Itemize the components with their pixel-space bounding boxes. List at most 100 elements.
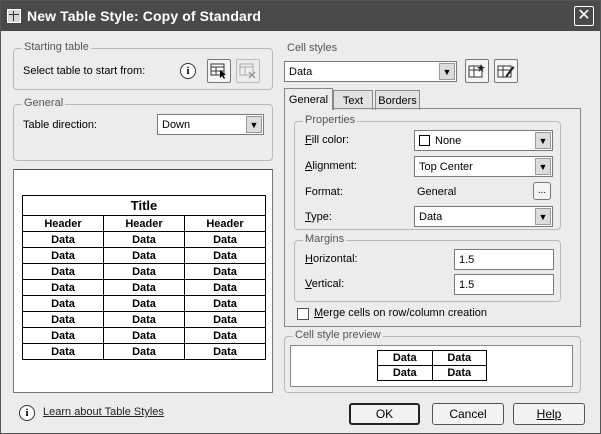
vertical-margin-input[interactable]: 1.5 xyxy=(454,274,554,295)
preview-data-cell: Data xyxy=(103,311,185,328)
tab-general[interactable]: General xyxy=(284,88,333,110)
merge-cells-checkbox[interactable] xyxy=(297,308,309,320)
preview-data-cell: Data xyxy=(184,343,266,360)
cancel-label: Cancel xyxy=(449,407,487,421)
cancel-button[interactable]: Cancel xyxy=(432,403,504,425)
properties-group: Properties Fill color: None ▼ Alignment:… xyxy=(294,114,561,230)
format-value: General xyxy=(417,186,457,198)
cell-preview-cell: Data xyxy=(377,350,433,366)
preview-header-cell: Header xyxy=(184,215,266,232)
table-style-preview: Title Header Header Header Data Data Data Data D… xyxy=(13,169,273,393)
preview-data-row: Data Data Data xyxy=(22,327,266,344)
alignment-select[interactable]: Top Center ▼ xyxy=(414,156,553,177)
horizontal-margin-value: 1.5 xyxy=(459,253,475,266)
select-table-label: Select table to start from: xyxy=(23,65,146,77)
table-direction-label: Table direction: xyxy=(23,119,97,131)
preview-data-cell: Data xyxy=(22,343,104,360)
preview-data-cell: Data xyxy=(184,263,266,280)
cell-style-value: Data xyxy=(289,65,313,78)
cell-preview-cell: Data xyxy=(377,365,433,381)
vertical-margin-text: ertical: xyxy=(311,278,345,290)
vertical-margin-label: Vertical: xyxy=(305,278,344,290)
preview-data-row: Data Data Data xyxy=(22,279,266,296)
help-button[interactable]: Help xyxy=(513,403,585,425)
type-label: Type: xyxy=(305,211,332,223)
fill-color-swatch xyxy=(419,135,430,146)
preview-data-cell: Data xyxy=(103,343,185,360)
fill-color-text: ill color: xyxy=(311,134,350,146)
table-style-dialog: New Table Style: Copy of Standard ✕ Star… xyxy=(0,0,601,434)
merge-cells-text: erge cells on row/column creation xyxy=(323,307,488,319)
preview-data-row: Data Data Data xyxy=(22,231,266,248)
preview-data-cell: Data xyxy=(103,247,185,264)
margins-label: Margins xyxy=(303,233,347,245)
preview-data-row: Data Data Data xyxy=(22,295,266,312)
horizontal-margin-accesskey: H xyxy=(305,253,313,265)
select-table-button[interactable] xyxy=(207,59,231,83)
preview-header-cell: Header xyxy=(22,215,104,232)
merge-cells-label[interactable]: Merge cells on row/column creation xyxy=(314,307,487,319)
new-cell-style-button[interactable] xyxy=(465,59,489,83)
preview-table: Title Header Header Header Data Data Data Data D… xyxy=(22,195,266,360)
close-icon: ✕ xyxy=(577,7,591,24)
chevron-down-icon[interactable]: ▼ xyxy=(246,116,262,133)
close-button[interactable]: ✕ xyxy=(574,6,594,26)
general-group: General Table direction: Down ▼ xyxy=(13,97,273,161)
info-icon[interactable]: i xyxy=(180,63,196,79)
cell-preview-cell: Data xyxy=(431,350,487,366)
vertical-margin-accesskey: V xyxy=(305,278,312,290)
preview-data-row: Data Data Data xyxy=(22,343,266,360)
preview-header-cell: Header xyxy=(103,215,185,232)
chevron-down-icon[interactable]: ▼ xyxy=(535,208,551,225)
alignment-value: Top Center xyxy=(419,160,473,173)
starting-table-label: Starting table xyxy=(22,41,91,53)
preview-data-cell: Data xyxy=(184,327,266,344)
preview-data-cell: Data xyxy=(184,311,266,328)
tab-text[interactable]: Text xyxy=(333,90,373,110)
table-direction-select[interactable]: Down ▼ xyxy=(157,114,264,135)
remove-table-button[interactable] xyxy=(236,59,260,83)
title-bar[interactable]: New Table Style: Copy of Standard ✕ xyxy=(1,1,600,31)
horizontal-margin-input[interactable]: 1.5 xyxy=(454,249,554,270)
alignment-text: lignment: xyxy=(312,160,357,172)
preview-data-cell: Data xyxy=(103,279,185,296)
learn-table-styles-link[interactable]: Learn about Table Styles xyxy=(43,406,164,418)
tab-borders[interactable]: Borders xyxy=(375,90,420,110)
ok-label: OK xyxy=(375,407,394,421)
properties-label: Properties xyxy=(303,114,358,126)
fill-color-select[interactable]: None ▼ xyxy=(414,130,553,151)
manage-cell-styles-button[interactable] xyxy=(494,59,518,83)
chevron-down-icon[interactable]: ▼ xyxy=(535,158,551,175)
cell-preview-row: Data Data xyxy=(377,350,487,366)
remove-table-icon xyxy=(239,63,256,79)
window-title: New Table Style: Copy of Standard xyxy=(27,8,262,24)
chevron-down-icon[interactable]: ▼ xyxy=(439,63,455,80)
learn-info-icon: i xyxy=(19,405,35,421)
vertical-margin-value: 1.5 xyxy=(459,278,475,291)
preview-data-cell: Data xyxy=(103,231,185,248)
manage-cell-styles-icon xyxy=(497,65,515,78)
cell-style-select[interactable]: Data ▼ xyxy=(284,61,457,82)
cell-preview-cell: Data xyxy=(431,365,487,381)
preview-data-cell: Data xyxy=(184,247,266,264)
format-browse-button[interactable]: ... xyxy=(533,182,551,200)
margins-group: Margins Horizontal: 1.5 Vertical: 1.5 xyxy=(294,233,561,302)
chevron-down-icon[interactable]: ▼ xyxy=(535,132,551,149)
cell-preview-row: Data Data xyxy=(377,365,487,381)
cell-style-preview-label: Cell style preview xyxy=(293,329,383,341)
table-app-icon xyxy=(7,9,21,23)
help-label: Help xyxy=(536,407,562,421)
type-text: ype: xyxy=(311,211,332,223)
fill-color-label: Fill color: xyxy=(305,134,349,146)
preview-data-row: Data Data Data xyxy=(22,311,266,328)
preview-data-cell: Data xyxy=(184,231,266,248)
ok-button[interactable]: OK xyxy=(349,403,420,425)
preview-data-cell: Data xyxy=(22,247,104,264)
cell-preview-table: Data Data Data Data xyxy=(377,350,487,381)
horizontal-margin-text: orizontal: xyxy=(312,253,358,265)
preview-data-cell: Data xyxy=(184,295,266,312)
type-select[interactable]: Data ▼ xyxy=(414,206,553,227)
preview-data-cell: Data xyxy=(22,327,104,344)
general-tab-panel: Properties Fill color: None ▼ Alignment:… xyxy=(284,108,581,327)
preview-data-cell: Data xyxy=(184,279,266,296)
